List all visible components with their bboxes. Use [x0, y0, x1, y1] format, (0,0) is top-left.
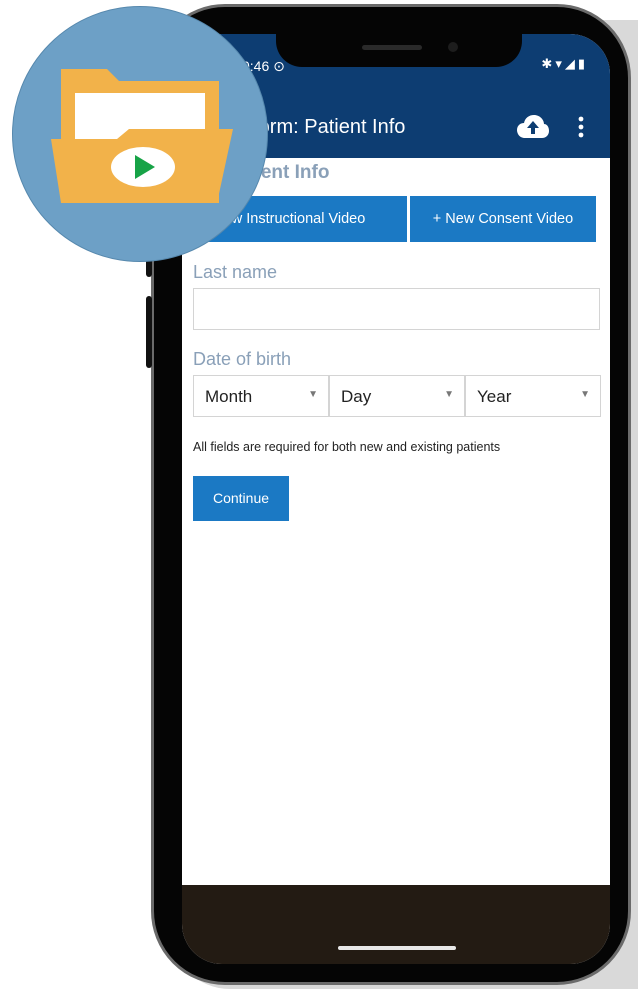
- new-consent-video-button[interactable]: + New Consent Video: [410, 196, 596, 242]
- chevron-down-icon: ▼: [444, 389, 454, 400]
- last-name-label: Last name: [193, 262, 278, 282]
- status-icons: ✱▾◢▮: [541, 56, 588, 71]
- notch: [276, 34, 522, 67]
- home-indicator[interactable]: [338, 946, 456, 950]
- speaker: [362, 45, 422, 50]
- video-folder-icon: [51, 69, 233, 203]
- form-content: Patient Info ew Instructional Video + Ne…: [182, 158, 610, 885]
- month-select[interactable]: Month ▼: [193, 375, 329, 417]
- navigation-bar: [182, 885, 610, 964]
- phone-side-button-bottom: [146, 296, 152, 368]
- year-select-value: Year: [477, 387, 512, 406]
- chevron-down-icon: ▼: [580, 389, 590, 400]
- day-select-value: Day: [341, 387, 372, 406]
- continue-button[interactable]: Continue: [193, 476, 289, 521]
- year-select[interactable]: Year ▼: [465, 375, 601, 417]
- month-select-value: Month: [205, 387, 253, 406]
- required-fields-note: All fields are required for both new and…: [193, 440, 501, 454]
- chevron-down-icon: ▼: [308, 389, 318, 400]
- day-select[interactable]: Day ▼: [329, 375, 465, 417]
- last-name-input[interactable]: [193, 288, 600, 330]
- date-of-birth-label: Date of birth: [193, 349, 292, 369]
- app-logo: [12, 6, 268, 262]
- cloud-upload-icon[interactable]: [516, 114, 550, 140]
- camera: [448, 42, 458, 52]
- more-vert-icon[interactable]: [578, 116, 584, 138]
